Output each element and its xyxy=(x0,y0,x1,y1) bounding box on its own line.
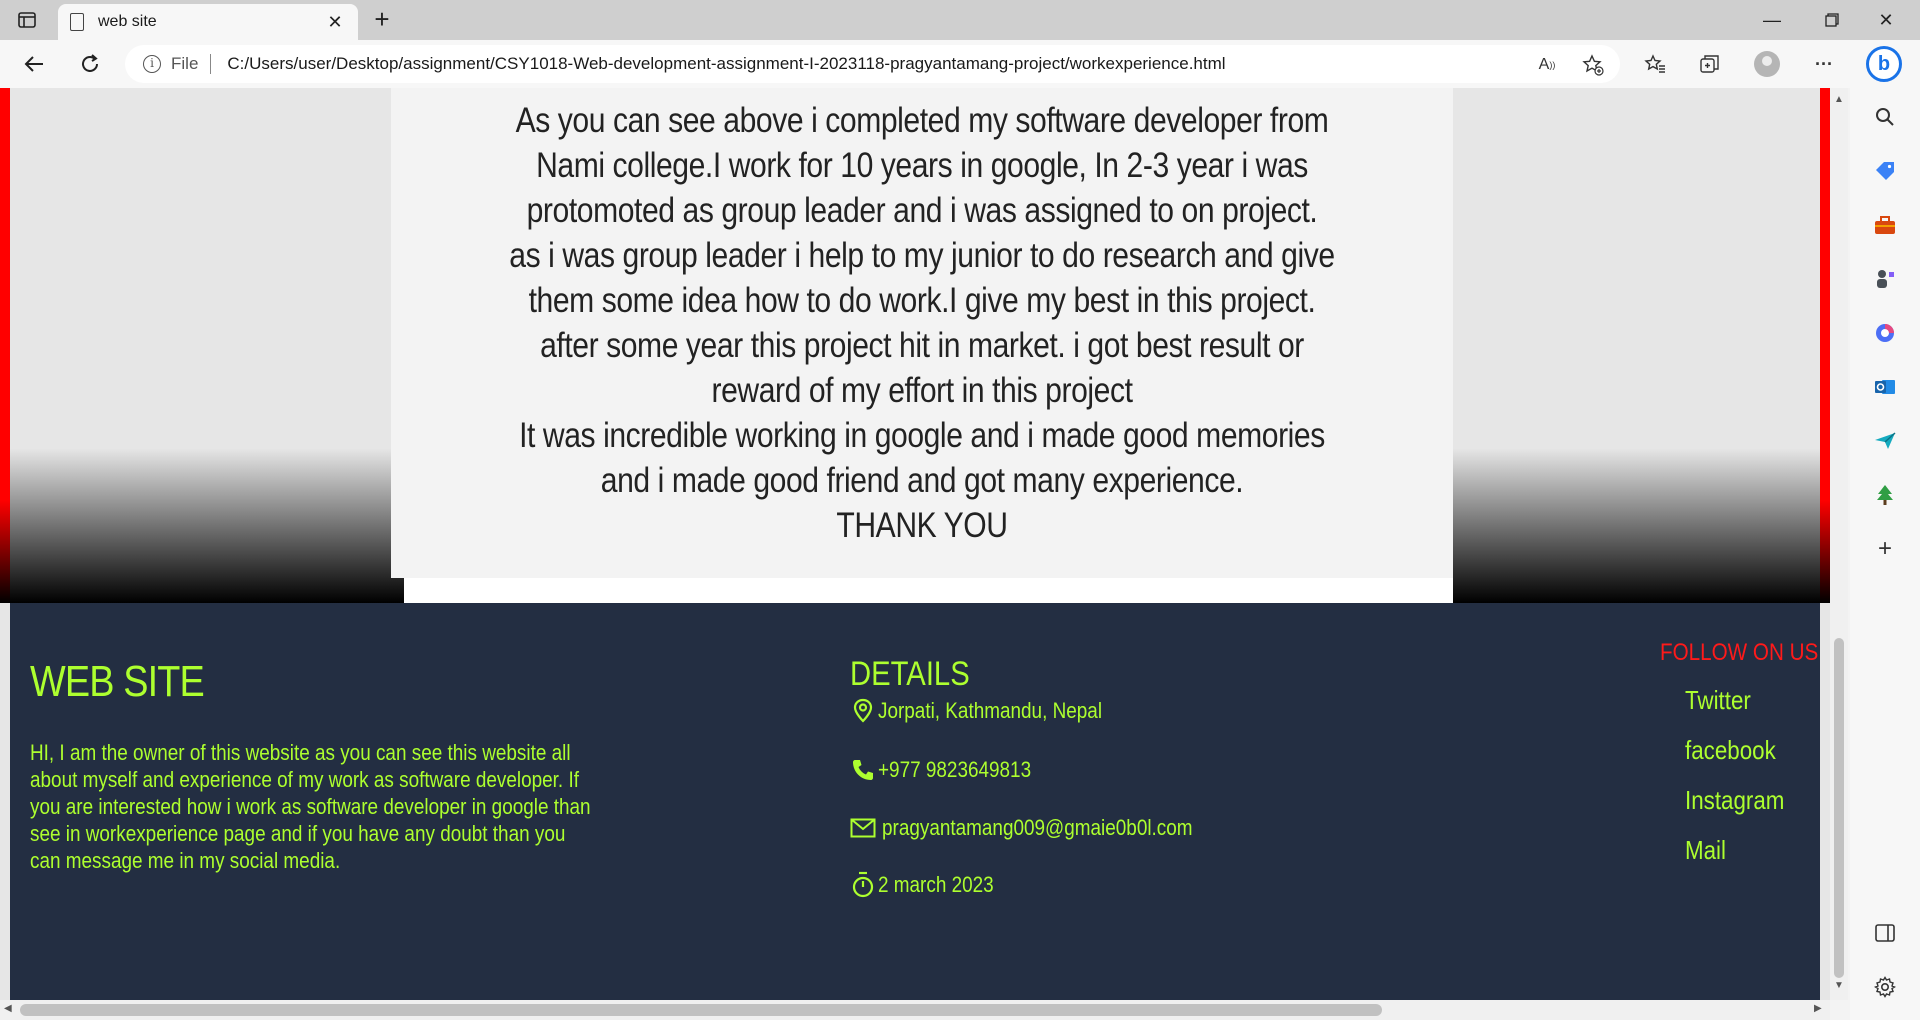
paragraph-line: As you can see above i completed my soft… xyxy=(515,101,1329,140)
mail-link[interactable]: Mail xyxy=(1685,835,1726,866)
work-experience-text: As you can see above i completed my soft… xyxy=(465,98,1378,548)
paragraph-line: Nami college.I work for 10 years in goog… xyxy=(536,146,1308,185)
paragraph-line: them some idea how to do work.I give my … xyxy=(528,281,1316,320)
close-tab-icon[interactable]: ✕ xyxy=(324,12,346,33)
facebook-link[interactable]: facebook xyxy=(1685,735,1776,766)
phone-text: +977 9823649813 xyxy=(878,757,1032,782)
document-icon xyxy=(70,13,84,31)
horizontal-scroll-thumb[interactable] xyxy=(20,1004,1382,1016)
microsoft-365-icon[interactable] xyxy=(1872,320,1898,346)
close-window-button[interactable]: ✕ xyxy=(1858,0,1914,40)
horizontal-scrollbar[interactable]: ◀ ▶ xyxy=(0,1000,1830,1020)
tab-actions-icon[interactable] xyxy=(14,8,40,32)
bing-icon[interactable]: b xyxy=(1866,46,1902,82)
footer-site-title: WEB SITE xyxy=(30,657,205,706)
reload-icon[interactable] xyxy=(74,48,106,80)
page-viewport: As you can see above i completed my soft… xyxy=(0,88,1830,1000)
detail-location: Jorpati, Kathmandu, Nepal xyxy=(850,697,1139,725)
file-label: File xyxy=(171,54,199,73)
scroll-up-icon[interactable]: ▲ xyxy=(1834,94,1844,105)
tools-icon[interactable] xyxy=(1872,212,1898,238)
paragraph-line: as i was group leader i help to my junio… xyxy=(509,236,1335,275)
footer-description: HI, I am the owner of this website as yo… xyxy=(30,740,591,873)
site-footer: WEB SITE HI, I am the owner of this webs… xyxy=(10,603,1820,1000)
search-icon[interactable] xyxy=(1872,104,1898,130)
location-text: Jorpati, Kathmandu, Nepal xyxy=(878,698,1103,723)
send-icon[interactable] xyxy=(1872,428,1898,454)
back-arrow-icon[interactable] xyxy=(18,48,50,80)
outlook-icon[interactable] xyxy=(1872,374,1898,400)
paragraph-line: protomoted as group leader and i was ass… xyxy=(526,191,1318,230)
paragraph-line: It was incredible working in google and … xyxy=(519,416,1325,455)
favorites-icon[interactable] xyxy=(1642,51,1668,77)
browser-toolbar: i File C:/Users/user/Desktop/assignment/… xyxy=(0,40,1920,88)
vertical-scroll-thumb[interactable] xyxy=(1834,638,1844,978)
phone-icon xyxy=(850,756,876,784)
restore-button[interactable] xyxy=(1804,0,1860,40)
left-red-border xyxy=(0,88,10,603)
info-icon[interactable]: i xyxy=(143,55,161,73)
follow-heading: FOLLOW ON US xyxy=(1660,639,1819,666)
add-icon[interactable]: + xyxy=(1872,535,1898,562)
edge-sidebar: + xyxy=(1850,88,1920,1020)
vertical-scrollbar[interactable]: ▲ ▼ xyxy=(1830,88,1848,1000)
read-aloud-icon[interactable]: A)) xyxy=(1534,52,1560,78)
collections-icon[interactable] xyxy=(1697,51,1723,77)
sidebar-panel-icon[interactable] xyxy=(1872,920,1898,946)
tree-icon[interactable] xyxy=(1872,482,1898,508)
tab-bar: web site ✕ + — ✕ xyxy=(0,0,1920,40)
scroll-down-icon[interactable]: ▼ xyxy=(1834,980,1844,991)
stopwatch-icon xyxy=(850,871,876,899)
scroll-left-icon[interactable]: ◀ xyxy=(4,1003,12,1014)
shopping-tag-icon[interactable] xyxy=(1872,158,1898,184)
tab-title: web site xyxy=(98,13,157,30)
url-text[interactable]: C:/Users/user/Desktop/assignment/CSY1018… xyxy=(227,54,1225,74)
thank-you-line: THANK YOU xyxy=(836,506,1008,545)
detail-date: 2 march 2023 xyxy=(850,871,1013,899)
date-text: 2 march 2023 xyxy=(878,872,994,897)
new-tab-button[interactable]: + xyxy=(368,6,396,34)
location-pin-icon xyxy=(850,697,876,725)
browser-tab[interactable]: web site ✕ xyxy=(58,4,358,40)
content-card-base xyxy=(404,578,1453,603)
detail-phone: +977 9823649813 xyxy=(850,756,1056,784)
email-text: pragyantamang009@gmaie0b0l.com xyxy=(882,815,1193,840)
address-separator xyxy=(210,54,212,74)
profile-avatar[interactable] xyxy=(1754,51,1780,77)
twitter-link[interactable]: Twitter xyxy=(1685,685,1751,716)
instagram-link[interactable]: Instagram xyxy=(1685,785,1784,816)
paragraph-line: and i made good friend and got many expe… xyxy=(600,461,1244,500)
more-icon[interactable]: ··· xyxy=(1811,51,1837,77)
paragraph-line: reward of my effort in this project xyxy=(711,371,1133,410)
add-favorite-icon[interactable] xyxy=(1580,52,1606,78)
right-red-border xyxy=(1820,88,1830,603)
paragraph-line: after some year this project hit in mark… xyxy=(540,326,1304,365)
minimize-button[interactable]: — xyxy=(1744,0,1800,40)
details-heading: DETAILS xyxy=(850,655,970,693)
games-icon[interactable] xyxy=(1872,266,1898,292)
gear-icon[interactable] xyxy=(1872,974,1898,1000)
detail-email: pragyantamang009@gmaie0b0l.com xyxy=(850,814,1243,842)
envelope-icon xyxy=(850,814,876,842)
address-bar[interactable]: i File C:/Users/user/Desktop/assignment/… xyxy=(125,45,1620,83)
scroll-right-icon[interactable]: ▶ xyxy=(1814,1003,1822,1014)
